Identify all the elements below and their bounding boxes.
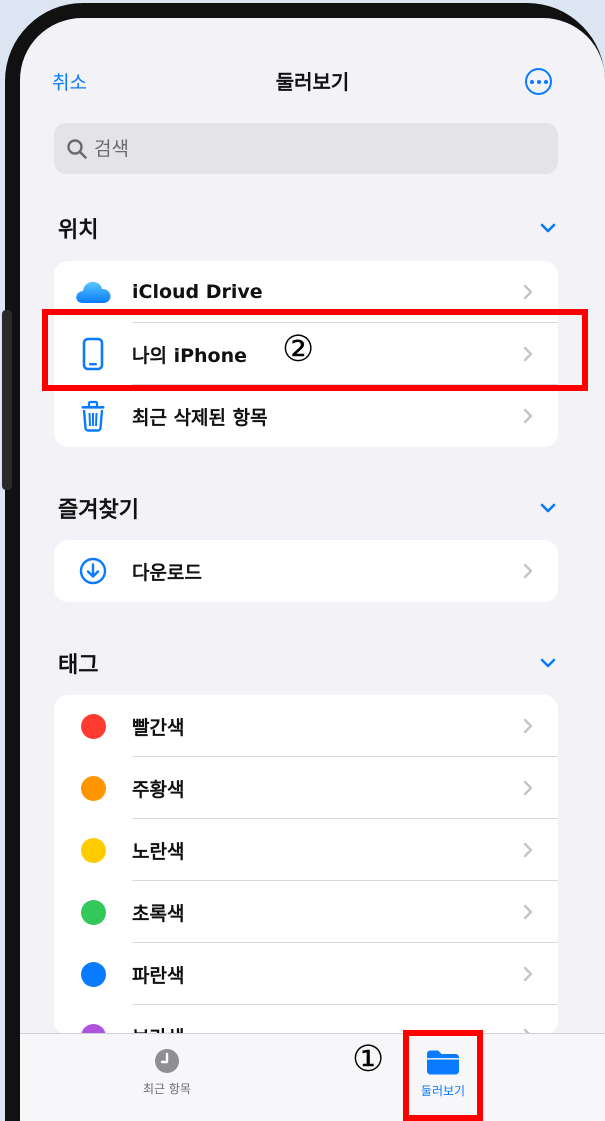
chevron-right-icon (523, 563, 533, 579)
tag-color-dot-icon (80, 899, 106, 925)
tab-label: 최근 항목 (143, 1082, 191, 1096)
annotation-step-2: ② (282, 329, 315, 370)
download-icon (54, 540, 132, 602)
chevron-right-icon (523, 718, 533, 734)
list-item-tag[interactable]: 보라색 (54, 1005, 558, 1035)
tag-color-dot (54, 881, 132, 943)
tag-color-dot (54, 943, 132, 1005)
list-item-tag[interactable]: 빨간색 (54, 695, 558, 757)
section-header-favorites[interactable]: 즐겨찾기 (58, 490, 558, 526)
tag-color-dot (54, 819, 132, 881)
chevron-down-icon[interactable] (538, 221, 558, 235)
section-title-tags: 태그 (58, 653, 99, 678)
tag-color-dot-icon (80, 961, 106, 987)
chevron-right-icon (523, 346, 533, 362)
tab-label: 둘러보기 (420, 1084, 466, 1098)
tab-recents[interactable]: 최근 항목 (107, 1048, 227, 1097)
annotation-step-1: ① (352, 1039, 385, 1080)
tag-color-dot-icon (80, 775, 106, 801)
list-item-label: 빨간색 (132, 716, 185, 739)
folder-icon (427, 1050, 459, 1075)
list-item-tag[interactable]: 초록색 (54, 881, 558, 943)
section-header-tags[interactable]: 태그 (58, 645, 558, 681)
search-input[interactable] (94, 137, 514, 160)
chevron-right-icon (523, 842, 533, 858)
list-item-label: 노란색 (132, 840, 185, 863)
iphone-icon (54, 323, 132, 385)
icloud-icon (54, 261, 132, 323)
list-item-downloads[interactable]: 다운로드 (54, 540, 558, 602)
page-title: 둘러보기 (275, 70, 350, 94)
search-icon (67, 138, 87, 159)
list-item-recently-deleted[interactable]: 최근 삭제된 항목 (54, 385, 558, 447)
list-item-label: 파란색 (132, 964, 185, 987)
clock-icon (155, 1049, 179, 1073)
tab-browse[interactable]: 둘러보기 (383, 1048, 503, 1099)
chevron-right-icon (523, 966, 533, 982)
chevron-right-icon (523, 780, 533, 796)
chevron-right-icon (523, 904, 533, 920)
trash-icon (54, 385, 132, 447)
search-bar[interactable] (54, 123, 558, 174)
tab-bar: 최근 항목 둘러보기 (20, 1033, 605, 1121)
list-item-label: 나의 iPhone (132, 344, 248, 367)
list-item-tag[interactable]: 주황색 (54, 757, 558, 819)
tag-color-dot (54, 695, 132, 757)
navigation-bar: 취소 둘러보기 (20, 18, 605, 118)
screen: 취소 둘러보기 위치 iCloud Drive (20, 18, 605, 1121)
list-item-label: 다운로드 (132, 561, 202, 584)
list-item-label: iCloud Drive (132, 281, 263, 303)
tag-color-dot (54, 1005, 132, 1035)
tags-list: 빨간색주황색노란색초록색파란색보라색 (54, 695, 558, 1035)
tag-color-dot-icon (80, 713, 106, 739)
tag-color-dot (54, 757, 132, 819)
chevron-right-icon (523, 408, 533, 424)
chevron-down-icon[interactable] (538, 501, 558, 515)
section-header-locations[interactable]: 위치 (58, 210, 558, 246)
list-item-tag[interactable]: 파란색 (54, 943, 558, 1005)
list-item-label: 주황색 (132, 778, 185, 801)
tag-color-dot-icon (80, 837, 106, 863)
section-title-favorites: 즐겨찾기 (58, 498, 139, 523)
section-title-locations: 위치 (58, 218, 99, 243)
chevron-right-icon (523, 284, 533, 300)
favorites-list: 다운로드 (54, 540, 558, 602)
list-item-tag[interactable]: 노란색 (54, 819, 558, 881)
chevron-down-icon[interactable] (538, 656, 558, 670)
more-options-icon[interactable] (525, 68, 552, 95)
side-button (2, 310, 12, 490)
list-item-label: 최근 삭제된 항목 (132, 406, 268, 429)
list-item-label: 초록색 (132, 902, 185, 925)
list-item-icloud-drive[interactable]: iCloud Drive (54, 261, 558, 323)
